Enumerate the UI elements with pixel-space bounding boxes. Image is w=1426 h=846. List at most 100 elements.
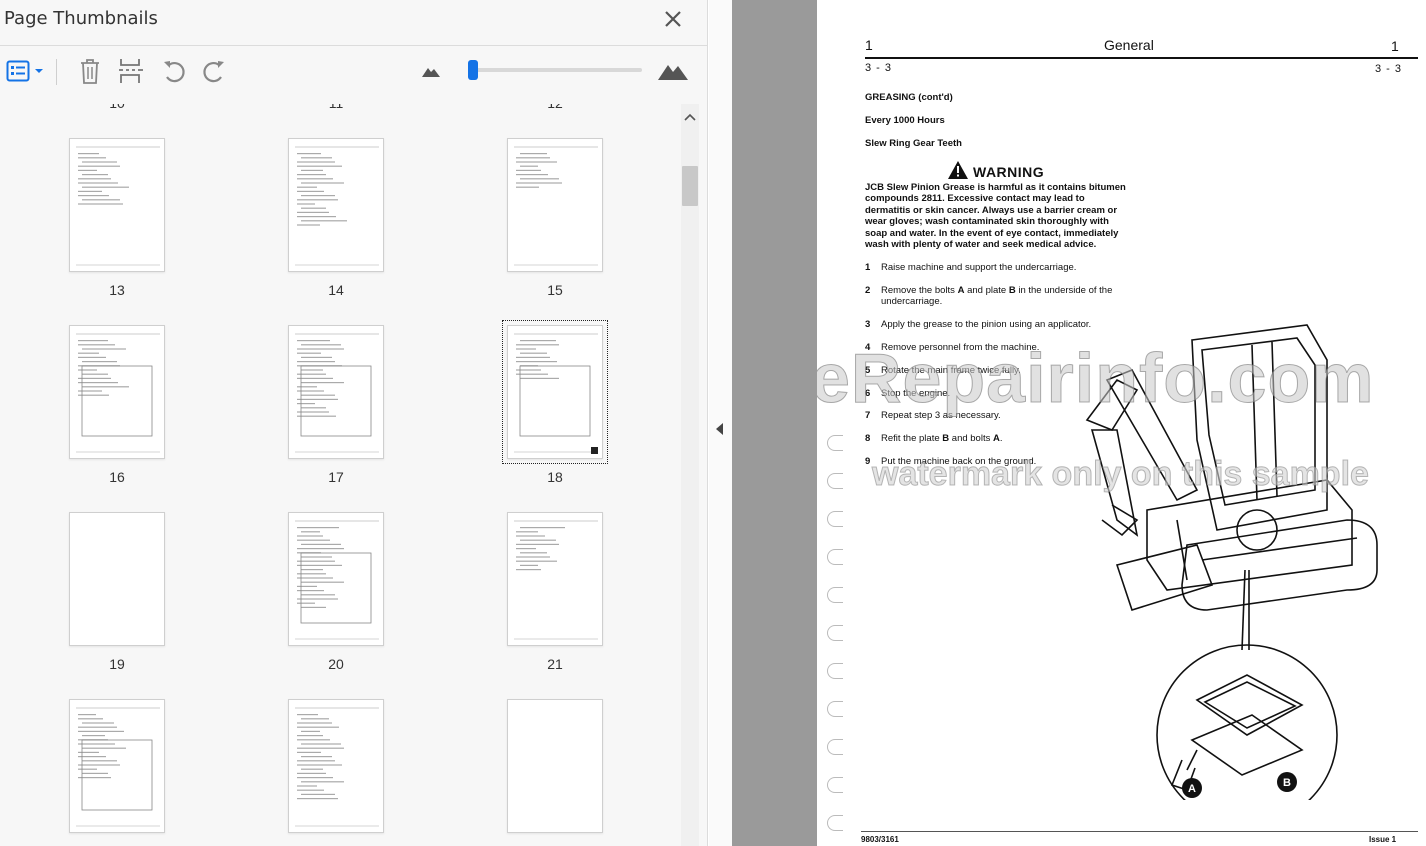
step-text-part: and plate bbox=[964, 285, 1009, 296]
document-page: 1 General 1 3 - 3 3 - 3 GREASING (cont'd… bbox=[817, 0, 1426, 846]
thumbnail-label: 17 bbox=[328, 469, 344, 485]
slider-handle[interactable] bbox=[468, 60, 479, 80]
thumbnail-preview bbox=[514, 333, 598, 453]
page-thumbnail[interactable] bbox=[507, 699, 603, 833]
thumbnail-options-button[interactable] bbox=[4, 56, 46, 86]
page-thumbnail[interactable] bbox=[502, 320, 608, 464]
document-background bbox=[732, 0, 817, 846]
step-item: 1 Raise machine and support the undercarr… bbox=[865, 262, 1127, 273]
thumbnail-size-slider[interactable] bbox=[468, 60, 642, 80]
binder-hole bbox=[827, 549, 843, 565]
close-panel-button[interactable] bbox=[661, 7, 685, 31]
thumbnail-preview bbox=[295, 146, 379, 266]
thumbnail-label: 11 bbox=[288, 104, 384, 111]
step-number: 5 bbox=[865, 365, 871, 376]
thumbnail-label: 19 bbox=[109, 656, 125, 672]
page-thumbnail[interactable] bbox=[69, 512, 165, 646]
page-thumbnail[interactable] bbox=[69, 138, 165, 272]
dropdown-caret-icon bbox=[35, 69, 43, 73]
step-number: 2 bbox=[865, 285, 871, 296]
header-title: General bbox=[1104, 37, 1154, 53]
thumbnail-options-icon bbox=[6, 60, 30, 82]
thumbnail-label: 13 bbox=[109, 282, 125, 298]
binder-hole bbox=[827, 625, 843, 641]
page-thumbnail[interactable] bbox=[288, 138, 384, 272]
insert-page-icon bbox=[119, 59, 143, 83]
thumbnail-preview bbox=[76, 146, 160, 266]
toolbar-divider bbox=[56, 59, 57, 85]
page-thumbnail[interactable] bbox=[288, 512, 384, 646]
rotate-clockwise-button[interactable] bbox=[200, 56, 228, 86]
page-thumbnail[interactable] bbox=[507, 512, 603, 646]
step-text-part: Remove the bolts bbox=[881, 285, 958, 296]
binder-hole bbox=[827, 815, 843, 831]
callout-a-label: A bbox=[1188, 783, 1196, 795]
page-thumbnail[interactable] bbox=[69, 325, 165, 459]
step-number: 8 bbox=[865, 433, 871, 444]
scrollbar-thumb[interactable] bbox=[682, 166, 698, 206]
rotate-cw-icon bbox=[203, 61, 224, 83]
binder-hole bbox=[827, 435, 843, 451]
step-text-part: A bbox=[992, 433, 1000, 444]
step-text-part: and bolts bbox=[949, 433, 993, 444]
thumbnail-preview bbox=[70, 513, 165, 646]
panel-collapse-gutter[interactable] bbox=[709, 0, 732, 846]
binder-hole bbox=[827, 777, 843, 793]
thumbnail-preview bbox=[76, 333, 160, 453]
thumbnail-preview bbox=[514, 146, 598, 266]
zoom-out-thumbnails-button[interactable] bbox=[420, 56, 442, 86]
binder-hole bbox=[827, 473, 843, 489]
binder-hole bbox=[827, 587, 843, 603]
delete-pages-button[interactable] bbox=[76, 56, 104, 86]
thumbnail-label: 16 bbox=[109, 469, 125, 485]
warning-body: JCB Slew Pinion Grease is harmful as it … bbox=[865, 182, 1126, 251]
insert-pages-button[interactable] bbox=[116, 56, 146, 86]
footer-document-number: 9803/3161 bbox=[861, 835, 899, 844]
trash-icon bbox=[81, 59, 99, 84]
interval-heading: Every 1000 Hours bbox=[865, 115, 945, 126]
step-text-part: . bbox=[999, 433, 1003, 444]
scroll-up-button[interactable] bbox=[681, 108, 699, 126]
thumbnail-preview bbox=[76, 707, 160, 827]
thumbnail-label: 20 bbox=[328, 656, 344, 672]
large-mountain-icon bbox=[658, 65, 688, 80]
thumbnails-toolbar bbox=[0, 46, 707, 104]
thumbnail-label: 18 bbox=[547, 469, 563, 485]
page-thumbnail[interactable] bbox=[288, 699, 384, 833]
step-text-part: B bbox=[1008, 285, 1016, 296]
thumbnail-preview bbox=[295, 707, 379, 827]
step-number: 6 bbox=[865, 388, 871, 399]
item-heading: Slew Ring Gear Teeth bbox=[865, 138, 962, 149]
zoom-in-thumbnails-button[interactable] bbox=[656, 56, 690, 86]
page-thumbnail[interactable] bbox=[69, 699, 165, 833]
binder-hole bbox=[827, 663, 843, 679]
header-left-number: 1 bbox=[865, 37, 873, 53]
thumbnail-preview bbox=[295, 520, 379, 640]
small-mountain-icon bbox=[422, 68, 440, 77]
panel-title: Page Thumbnails bbox=[4, 8, 158, 29]
step-text: Remove the bolts A and plate B in the un… bbox=[881, 285, 1127, 308]
step-number: 1 bbox=[865, 262, 871, 273]
thumbnail-label: 14 bbox=[328, 282, 344, 298]
chevron-up-icon bbox=[684, 113, 696, 121]
current-page-marker bbox=[591, 447, 598, 454]
header-rule bbox=[865, 57, 1418, 59]
step-text-part: Refit the plate bbox=[881, 433, 943, 444]
page-thumbnail[interactable] bbox=[288, 325, 384, 459]
rotate-counterclockwise-button[interactable] bbox=[160, 56, 188, 86]
excavator-illustration: A B bbox=[1085, 324, 1378, 800]
thumbnail-preview bbox=[514, 520, 598, 640]
thumbnails-scrollbar[interactable] bbox=[681, 104, 699, 846]
page-thumbnail[interactable] bbox=[507, 138, 603, 272]
thumbnail-preview bbox=[295, 333, 379, 453]
callout-b-label: B bbox=[1283, 777, 1291, 789]
binder-hole bbox=[827, 739, 843, 755]
collapse-panel-arrow-icon[interactable] bbox=[716, 423, 723, 435]
section-heading: GREASING (cont'd) bbox=[865, 92, 953, 103]
binder-hole bbox=[827, 701, 843, 717]
step-number: 7 bbox=[865, 410, 871, 421]
step-number: 3 bbox=[865, 319, 871, 330]
page-thumbnails-panel: Page Thumbnails 13 14 15 16 17 18 19 20 … bbox=[0, 0, 708, 846]
thumbnail-label: 15 bbox=[547, 282, 563, 298]
rotate-ccw-icon bbox=[164, 61, 185, 83]
